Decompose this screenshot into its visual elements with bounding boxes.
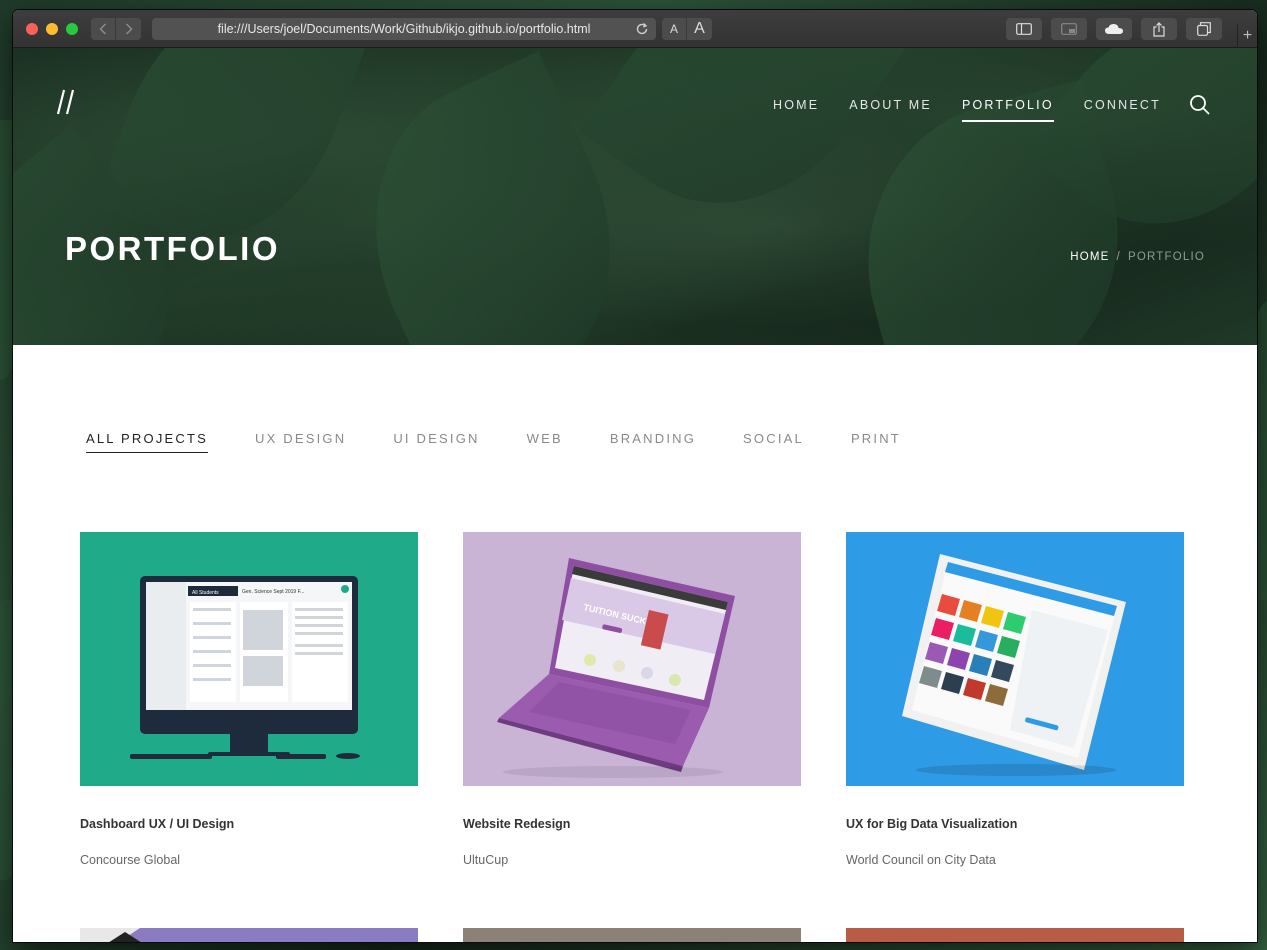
reload-icon[interactable] (634, 21, 650, 37)
back-button[interactable] (91, 18, 116, 40)
breadcrumb-current: PORTFOLIO (1127, 251, 1205, 263)
text-size-controls: A A (662, 18, 712, 40)
filter-branding[interactable]: BRANDING (610, 431, 696, 453)
address-bar[interactable]: file:///Users/joel/Documents/Work/Github… (152, 18, 656, 40)
reader-button[interactable] (1051, 18, 1087, 40)
filter-ui-design[interactable]: UI DESIGN (393, 431, 479, 453)
nav-about-me[interactable]: ABOUT ME (849, 98, 932, 122)
project-title[interactable]: UX for Big Data Visualization (846, 817, 1017, 831)
project-thumbnail-row2[interactable] (846, 928, 1184, 942)
breadcrumb-home[interactable]: HOME (1070, 251, 1109, 263)
filter-ux-design[interactable]: UX DESIGN (255, 431, 346, 453)
forward-button[interactable] (116, 18, 141, 40)
project-thumbnail-row2[interactable] (80, 928, 418, 942)
nav-portfolio[interactable]: PORTFOLIO (961, 98, 1054, 122)
site-logo[interactable] (55, 88, 77, 116)
sidebar-icon (1016, 23, 1032, 35)
increase-font-button[interactable]: A (687, 18, 712, 40)
browser-toolbar: file:///Users/joel/Documents/Work/Github… (13, 10, 1257, 48)
filter-social[interactable]: SOCIAL (743, 431, 804, 453)
monitor-mockup-image: All Students Gen. Science Sept 2019 F... (130, 576, 360, 759)
zoom-button[interactable] (66, 23, 78, 35)
filter-print[interactable]: PRINT (851, 431, 901, 453)
tablet-mockup-image (902, 554, 1126, 776)
minimize-button[interactable] (46, 23, 58, 35)
page-title: PORTFOLIO (65, 230, 280, 267)
tabs-overview-button[interactable] (1186, 18, 1222, 40)
plus-icon: + (1242, 27, 1253, 44)
decrease-font-button[interactable]: A (662, 18, 687, 40)
project-card-dashboard[interactable]: All Students Gen. Science Sept 2019 F... (80, 532, 418, 867)
svg-text:Gen. Science Sept 2019 F...: Gen. Science Sept 2019 F... (242, 589, 304, 595)
new-tab-button[interactable]: + (1237, 24, 1257, 48)
project-thumbnail[interactable] (846, 532, 1184, 786)
hero-banner: HOME ABOUT ME PORTFOLIO CONNECT PORTFOLI… (13, 48, 1257, 345)
project-title[interactable]: Dashboard UX / UI Design (80, 817, 234, 831)
main-navigation: HOME ABOUT ME PORTFOLIO CONNECT (743, 98, 1161, 122)
search-icon[interactable] (1189, 94, 1211, 116)
history-nav (91, 18, 141, 40)
thumbnail-art (80, 928, 141, 942)
project-client: World Council on City Data (846, 853, 996, 867)
project-card-website[interactable]: TUITION SUCKS! Website Redesign UltuCup (463, 532, 801, 867)
project-thumbnail[interactable]: All Students Gen. Science Sept 2019 F... (80, 532, 418, 786)
breadcrumb: HOME / PORTFOLIO (1070, 251, 1205, 263)
project-client: UltuCup (463, 853, 509, 867)
url-text: file:///Users/joel/Documents/Work/Github… (217, 22, 591, 36)
share-icon (1153, 21, 1165, 37)
project-thumbnail[interactable]: TUITION SUCKS! (463, 532, 801, 786)
chevron-right-icon (125, 23, 133, 35)
tabs-icon (1197, 22, 1211, 36)
picture-in-picture-icon (1061, 23, 1077, 35)
cloud-icon (1105, 24, 1123, 34)
browser-window: file:///Users/joel/Documents/Work/Github… (13, 10, 1257, 942)
portfolio-filters: ALL PROJECTS UX DESIGN UI DESIGN WEB BRA… (86, 431, 948, 453)
filter-all-projects[interactable]: ALL PROJECTS (86, 431, 209, 453)
close-button[interactable] (26, 23, 38, 35)
project-card-big-data[interactable]: UX for Big Data Visualization World Coun… (846, 532, 1184, 867)
share-button[interactable] (1141, 18, 1177, 40)
icloud-tabs-button[interactable] (1096, 18, 1132, 40)
project-title[interactable]: Website Redesign (463, 817, 570, 831)
hero-overlay (13, 48, 1257, 345)
sidebar-button[interactable] (1006, 18, 1042, 40)
svg-text:All Students: All Students (192, 590, 219, 596)
project-client: Concourse Global (80, 853, 181, 867)
breadcrumb-separator: / (1116, 251, 1121, 263)
nav-home[interactable]: HOME (773, 98, 819, 122)
filter-web[interactable]: WEB (527, 431, 563, 453)
chevron-left-icon (99, 23, 107, 35)
nav-connect[interactable]: CONNECT (1084, 98, 1161, 122)
laptop-mockup-image: TUITION SUCKS! (497, 558, 735, 778)
project-thumbnail-row2[interactable] (463, 928, 801, 942)
